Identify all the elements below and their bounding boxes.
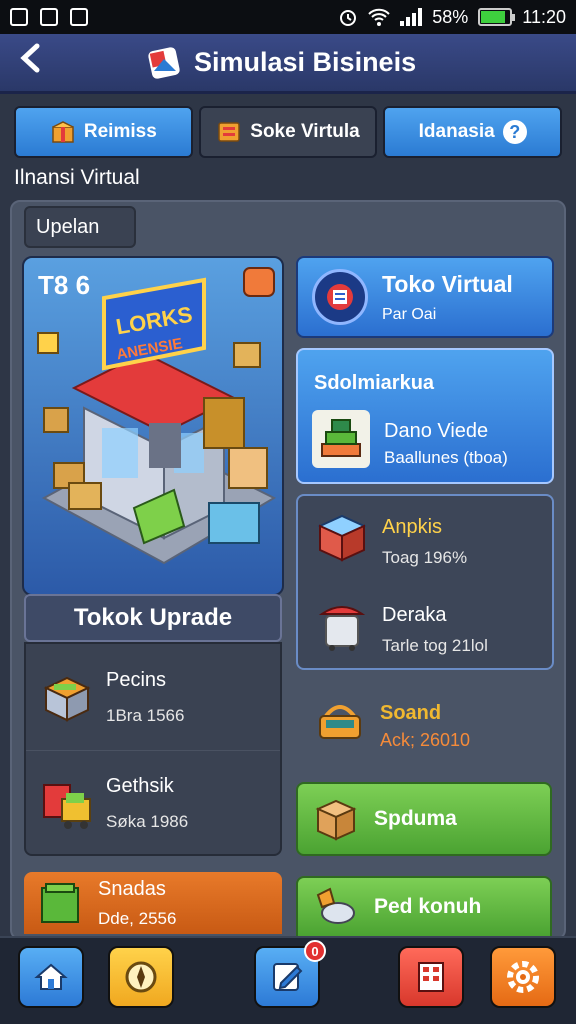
nav-settings-button[interactable] [490,946,556,1008]
battery-percent: 58% [432,6,469,27]
ped-konuh-button[interactable]: Ped konuh [296,876,552,938]
app-title: Simulasi Bisineis [194,47,417,77]
item-sub: Søka 1986 [106,812,189,831]
back-arrow-icon [20,43,40,73]
notification-badge: 0 [304,940,326,962]
stat-sub: Tarle tog 21lol [382,636,488,655]
tab-soke-virtula[interactable]: Soke Virtula [198,106,378,158]
tab-label: Reimiss [83,121,157,142]
clock: 11:20 [522,6,566,27]
gear-icon [507,961,539,993]
nav-map-button[interactable] [108,946,174,1008]
nav-home-button[interactable] [18,946,84,1008]
toko-virtual-icon [312,269,368,325]
delivery-icon [316,887,355,924]
status-bar: 58% 11:20 [0,0,576,34]
help-icon[interactable]: ? [502,120,527,144]
toko-virtual-sub: Par Oai [382,305,437,323]
tokok-upgrade-header: Tokok Uprade [24,594,282,642]
back-button[interactable] [0,43,60,82]
upgrade-chip[interactable]: Upelan [24,206,136,248]
button-label: Spduma [374,807,457,830]
bin-icon [318,606,366,651]
snadas-card[interactable]: Snadas Dde, 2556 [24,872,282,934]
stack-icon [312,410,370,468]
tab-bar: Reimiss Soke Virtula Idanasia ? [14,106,563,158]
signal-icon [400,8,423,26]
basket-icon [319,705,361,739]
green-box-icon [41,883,79,923]
compass-icon [125,961,157,993]
gallery-icon [10,8,28,26]
sdm-title: Sdolmiarkua [314,372,435,394]
cart-icon [43,783,91,829]
item-name: Pecins [106,668,167,691]
nav-shop-button[interactable] [398,946,464,1008]
home-icon [34,963,68,990]
app-bar: Simulasi Bisineis [0,34,576,94]
spduma-button[interactable]: Spduma [296,782,552,856]
alarm-icon [340,10,357,26]
stat-name: Anpkis [382,516,443,538]
box-icon [52,121,74,143]
sound-row[interactable]: Soand Ack; 26010 [314,688,554,758]
list-item[interactable]: Pecins 1Bra 1566 [26,644,280,750]
store-icon [218,122,241,142]
download-icon [40,8,58,26]
building-icon [418,962,444,992]
list-item[interactable]: Deraka Tarle tog 21lol [298,584,552,670]
sdm-sub: Baallunes (tboa) [384,448,508,467]
sound-name: Soand [380,702,442,724]
wifi-icon [368,8,390,26]
crate-icon [43,676,91,722]
sound-sub: Ack; 26010 [380,730,471,750]
tab-reimiss[interactable]: Reimiss [14,106,193,158]
store-level-badge: T8 6 [38,270,91,300]
button-label: Ped konuh [374,895,482,918]
package-icon [315,799,357,841]
edit-icon [273,963,303,991]
nav-task-button[interactable]: 0 [254,940,326,1008]
app-logo-icon [148,46,180,79]
bottom-nav: 0 [0,936,576,1024]
sdm-card[interactable]: Sdolmiarkua Dano Viede Baallunes (tboa) [296,348,554,484]
stat-sub: Toag 196% [382,548,468,567]
bag-icon [70,8,88,26]
section-label: Ilnansi Virtual [14,166,140,189]
tokok-upgrade-list: Pecins 1Bra 1566 Gethsik Søka 1986 [24,642,282,856]
stat-name: Deraka [382,604,447,626]
list-item[interactable]: Gethsik Søka 1986 [26,750,280,856]
toko-virtual-title: Toko Virtual [382,270,513,297]
toko-virtual-card[interactable]: Toko Virtual Par Oai [296,256,554,338]
stats-card: Anpkis Toag 196% Deraka Tarle tog 21lol [296,494,554,670]
tab-label: Soke Virtula [250,121,360,142]
snadas-sub: Dde, 2556 [98,908,177,928]
snadas-name: Snadas [98,877,166,900]
sdm-name: Dano Viede [384,420,489,442]
store-illustration-card[interactable]: LORKS ANENSIE T8 6 [22,256,284,596]
tab-label: Idanasia [418,121,495,142]
item-name: Gethsik [106,775,174,797]
list-item[interactable]: Anpkis Toag 196% [298,496,552,582]
tab-idanasia[interactable]: Idanasia ? [383,106,563,158]
item-sub: 1Bra 1566 [106,705,185,725]
container-icon [317,514,367,562]
battery-icon [478,8,516,26]
store-illustration: LORKS ANENSIE [37,267,277,565]
